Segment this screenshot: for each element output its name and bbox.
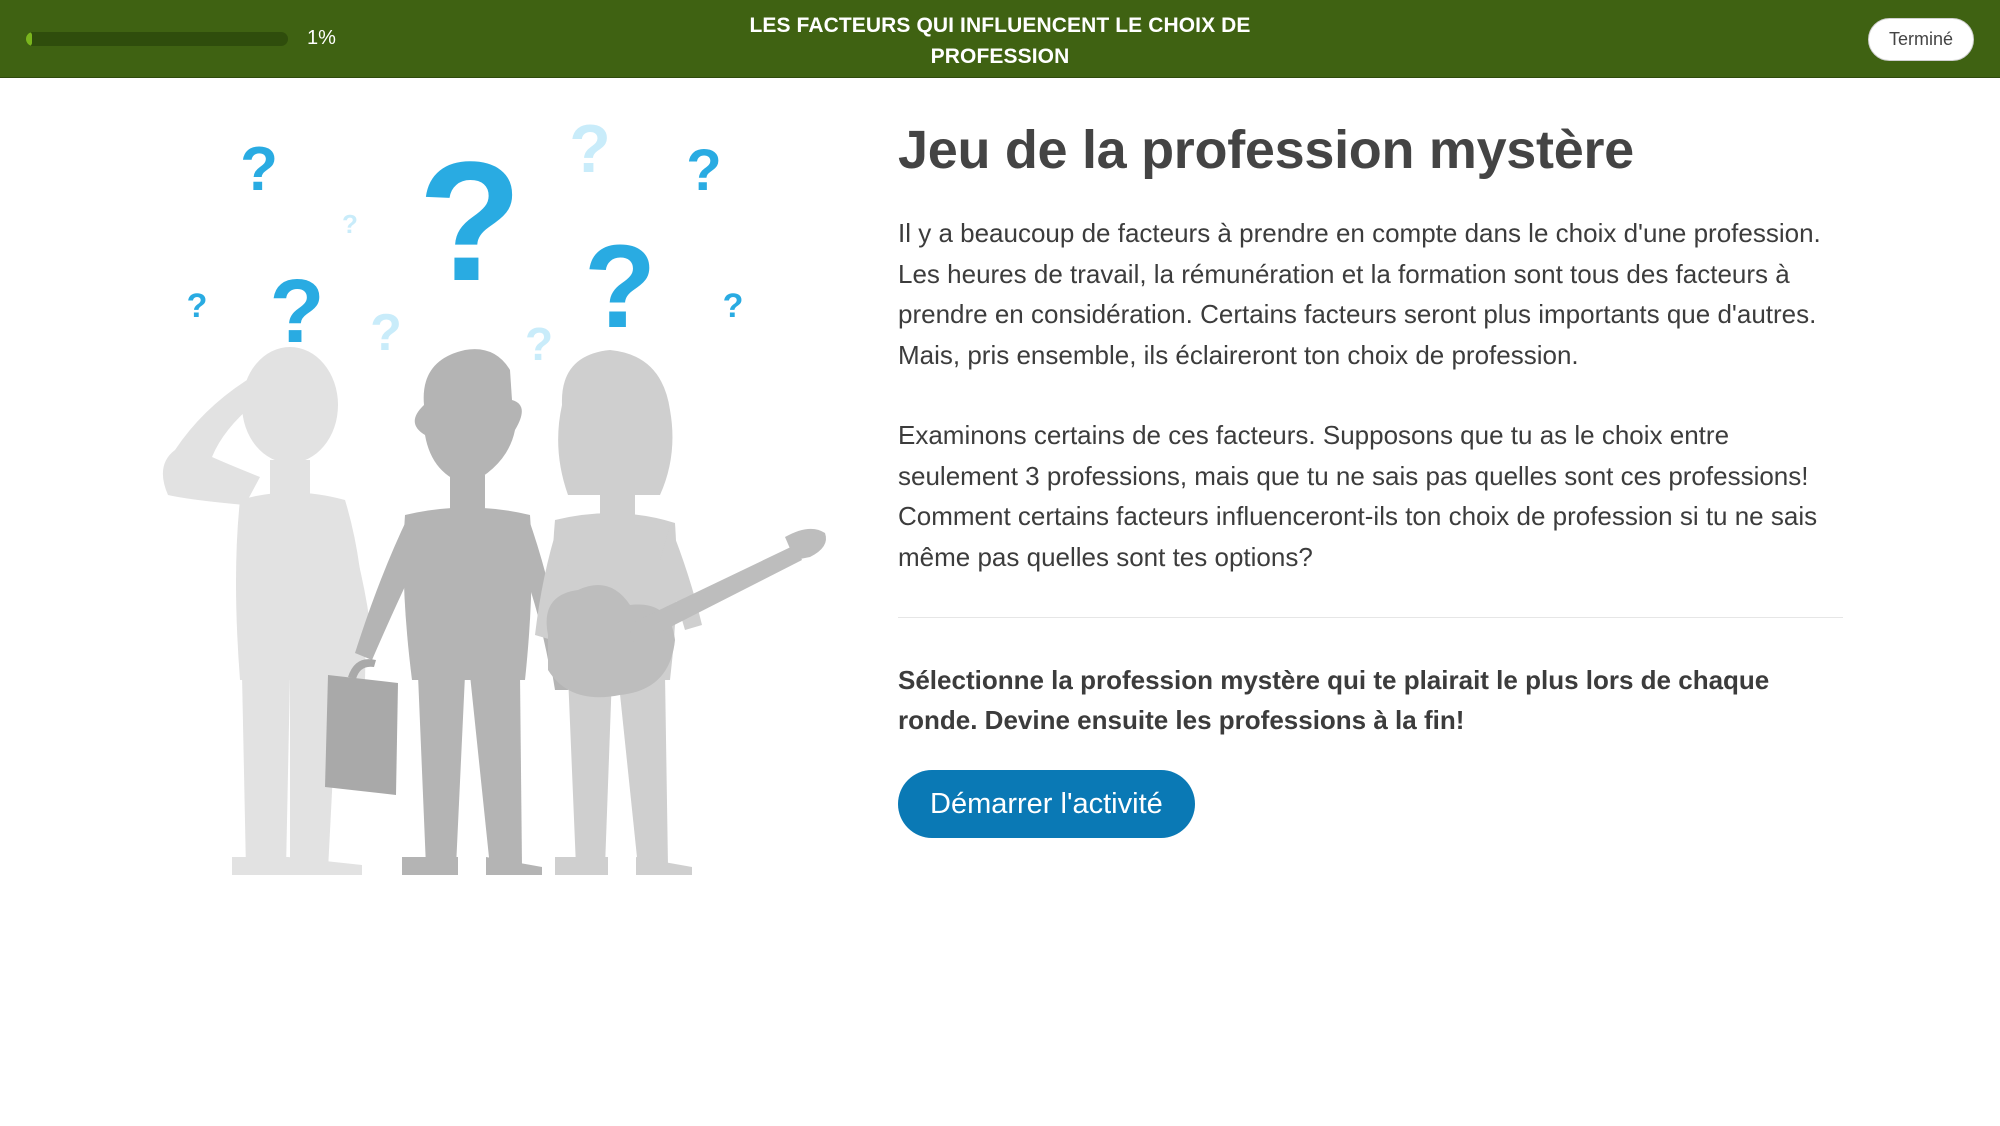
question-mark-icon: ? bbox=[240, 135, 278, 204]
question-mark-icon: ? bbox=[723, 287, 744, 325]
course-title-line1: LES FACTEURS QUI INFLUENCENT LE CHOIX DE bbox=[749, 14, 1251, 37]
top-bar: 1% LES FACTEURS QUI INFLUENCENT LE CHOIX… bbox=[0, 0, 2000, 78]
progress-percent: 1% bbox=[307, 27, 336, 49]
guitarist-icon bbox=[535, 350, 826, 875]
start-activity-button[interactable]: Démarrer l'activité bbox=[898, 770, 1195, 838]
progress-fill bbox=[26, 32, 32, 46]
intro-paragraph-2: Examinons certains de ces facteurs. Supp… bbox=[898, 420, 1818, 572]
question-mark-icon: ? bbox=[418, 127, 522, 317]
question-mark-icon: ? bbox=[187, 287, 208, 325]
question-mark-icon: ? bbox=[584, 221, 656, 353]
question-mark-icon: ? bbox=[525, 318, 553, 370]
course-title: LES FACTEURS QUI INFLUENCENT LE CHOIX DE… bbox=[700, 10, 1300, 72]
thinking-person-icon bbox=[162, 347, 372, 875]
instruction-text: Sélectionne la profession mystère qui te… bbox=[898, 665, 1770, 735]
question-mark-icon: ? bbox=[686, 138, 721, 203]
progress-bar bbox=[26, 32, 288, 46]
illustration: ? ? ? ? ? ? ? ? ? ? ? bbox=[150, 105, 850, 885]
done-button[interactable]: Terminé bbox=[1868, 18, 1974, 61]
activity-intro: Jeu de la profession mystère Il y a beau… bbox=[898, 115, 1843, 838]
intro-paragraph-1: Il y a beaucoup de facteurs à prendre en… bbox=[898, 218, 1821, 370]
divider bbox=[898, 617, 1843, 618]
question-mark-icon: ? bbox=[270, 262, 325, 362]
activity-title: Jeu de la profession mystère bbox=[898, 120, 1634, 180]
question-mark-icon: ? bbox=[569, 111, 611, 187]
question-mark-icon: ? bbox=[342, 209, 358, 239]
course-title-line2: PROFESSION bbox=[930, 45, 1070, 68]
question-mark-icon: ? bbox=[370, 304, 402, 362]
illustration-svg: ? ? ? ? ? ? ? ? ? ? ? bbox=[162, 111, 826, 875]
